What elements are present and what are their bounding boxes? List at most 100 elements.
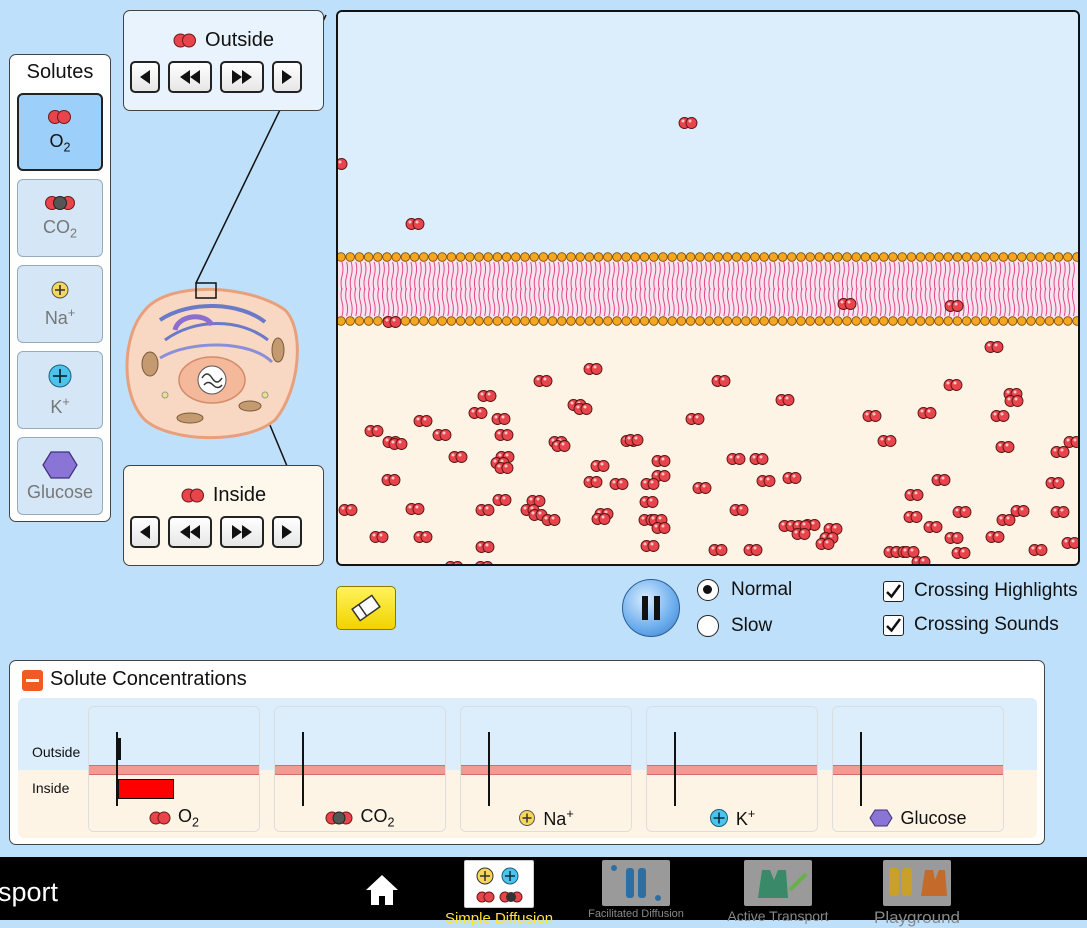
o2-molecule — [591, 513, 611, 525]
o2-molecule — [1004, 395, 1024, 407]
lipid-head — [759, 316, 769, 326]
crossing-sounds-checkbox[interactable]: Crossing Sounds — [883, 614, 1059, 636]
gauge-label-na: Na+ — [461, 805, 631, 831]
lipid-head — [419, 316, 429, 326]
o2-molecule — [951, 547, 971, 559]
o2-molecule — [952, 506, 972, 518]
o2-icon — [173, 33, 197, 48]
lipid-head — [373, 252, 383, 262]
o2-molecule — [775, 394, 795, 406]
lipid-head — [455, 316, 466, 326]
outside-control-label: Outside — [205, 29, 274, 51]
lipid-head — [1035, 252, 1045, 262]
o2-molecule — [494, 462, 514, 474]
lipid-head — [860, 316, 871, 326]
o2-molecule — [791, 528, 811, 540]
o2-molecule — [405, 503, 425, 515]
lipid-head — [1017, 252, 1027, 262]
inside-remove-one-button[interactable] — [130, 516, 160, 548]
lipid-head — [961, 316, 972, 326]
o2-molecule — [1050, 446, 1070, 458]
lipid-head — [971, 252, 981, 262]
o2-molecule — [475, 541, 495, 553]
speed-slow-radio[interactable]: Slow — [697, 615, 772, 637]
o2-molecule — [996, 514, 1016, 526]
outside-add-many-button[interactable] — [220, 61, 264, 93]
lipid-head — [584, 252, 595, 262]
double-triangle-right-icon — [232, 70, 252, 84]
o2-molecule — [583, 363, 603, 375]
lipid-head — [906, 252, 917, 262]
gauge-label-glucose: Glucose — [833, 805, 1003, 831]
lipid-head — [1072, 316, 1078, 326]
double-triangle-right-icon — [232, 525, 252, 539]
o2-molecule — [923, 521, 943, 533]
lipid-head — [345, 252, 355, 262]
outside-add-one-button[interactable] — [272, 61, 302, 93]
lipid-head — [713, 316, 723, 326]
outside-control-panel: Outside — [123, 10, 324, 111]
solute-concentrations-panel: Solute Concentrations Outside Inside O2 — [9, 660, 1045, 845]
lipid-head — [731, 316, 742, 326]
lipid-head — [952, 316, 963, 326]
solute-concentrations-title: Solute Concentrations — [50, 668, 247, 690]
outside-remove-one-button[interactable] — [130, 61, 160, 93]
gauge-label-k: K+ — [647, 805, 817, 831]
o2-molecule — [468, 407, 488, 419]
inside-remove-many-button[interactable] — [168, 516, 212, 548]
lipid-head — [575, 316, 585, 326]
simulation-area[interactable] — [336, 10, 1080, 566]
triangle-left-icon — [140, 525, 150, 539]
lipid-head — [952, 252, 963, 262]
lipid-head — [492, 316, 503, 326]
lipid-head — [1044, 316, 1055, 326]
lipid-head — [777, 316, 788, 326]
o2-molecule — [364, 425, 384, 437]
speed-normal-radio[interactable]: Normal — [697, 579, 792, 601]
lipid-head — [695, 252, 705, 262]
nav-active-transport[interactable]: Active Transport — [717, 860, 839, 924]
clear-particles-button[interactable] — [336, 586, 396, 630]
nav-simple-diffusion[interactable]: Simple Diffusion — [438, 860, 560, 927]
triangle-right-icon — [282, 525, 292, 539]
o2-molecule — [477, 390, 497, 402]
collapse-icon[interactable] — [22, 670, 43, 691]
lipid-head — [943, 316, 953, 326]
o2-molecule — [749, 453, 769, 465]
o2-molecule — [1050, 506, 1070, 518]
play-pause-button[interactable] — [622, 579, 680, 637]
lipid-head — [980, 252, 990, 262]
speed-normal-label: Normal — [731, 579, 793, 600]
o2-molecule — [639, 496, 659, 508]
inside-add-many-button[interactable] — [220, 516, 264, 548]
o2-molecule — [651, 522, 671, 534]
lipid-head — [741, 316, 751, 326]
outside-remove-many-button[interactable] — [168, 61, 212, 93]
nav-facilitated-diffusion[interactable]: Facilitated Diffusion — [575, 860, 697, 920]
simple-diffusion-thumbnail — [464, 860, 534, 908]
nav-playground[interactable]: Playground — [856, 860, 978, 928]
inside-control-panel: Inside — [123, 465, 324, 566]
lipid-head — [409, 252, 420, 262]
gauge-co2: CO2 — [274, 706, 446, 832]
nav-label-playground: Playground — [873, 908, 960, 927]
speed-slow-label: Slow — [731, 615, 773, 636]
o2-molecule — [756, 475, 776, 487]
lipid-head — [971, 316, 981, 326]
potassium-plus-icon — [709, 809, 728, 827]
o2-molecule — [743, 544, 763, 556]
crossing-sounds-label: Crossing Sounds — [914, 614, 1059, 635]
o2-molecule — [726, 453, 746, 465]
o2-molecule — [877, 435, 897, 447]
lipid-head — [823, 252, 834, 262]
lipid-head — [621, 316, 631, 326]
lipid-head — [630, 316, 641, 326]
triangle-left-icon — [140, 70, 150, 84]
lipid-head — [1026, 252, 1036, 262]
inside-add-one-button[interactable] — [272, 516, 302, 548]
home-button[interactable] — [364, 873, 400, 912]
crossing-highlights-checkbox[interactable]: Crossing Highlights — [883, 580, 1078, 602]
lipid-head — [925, 316, 935, 326]
lipid-head — [501, 316, 512, 326]
lipid-head — [915, 316, 926, 326]
